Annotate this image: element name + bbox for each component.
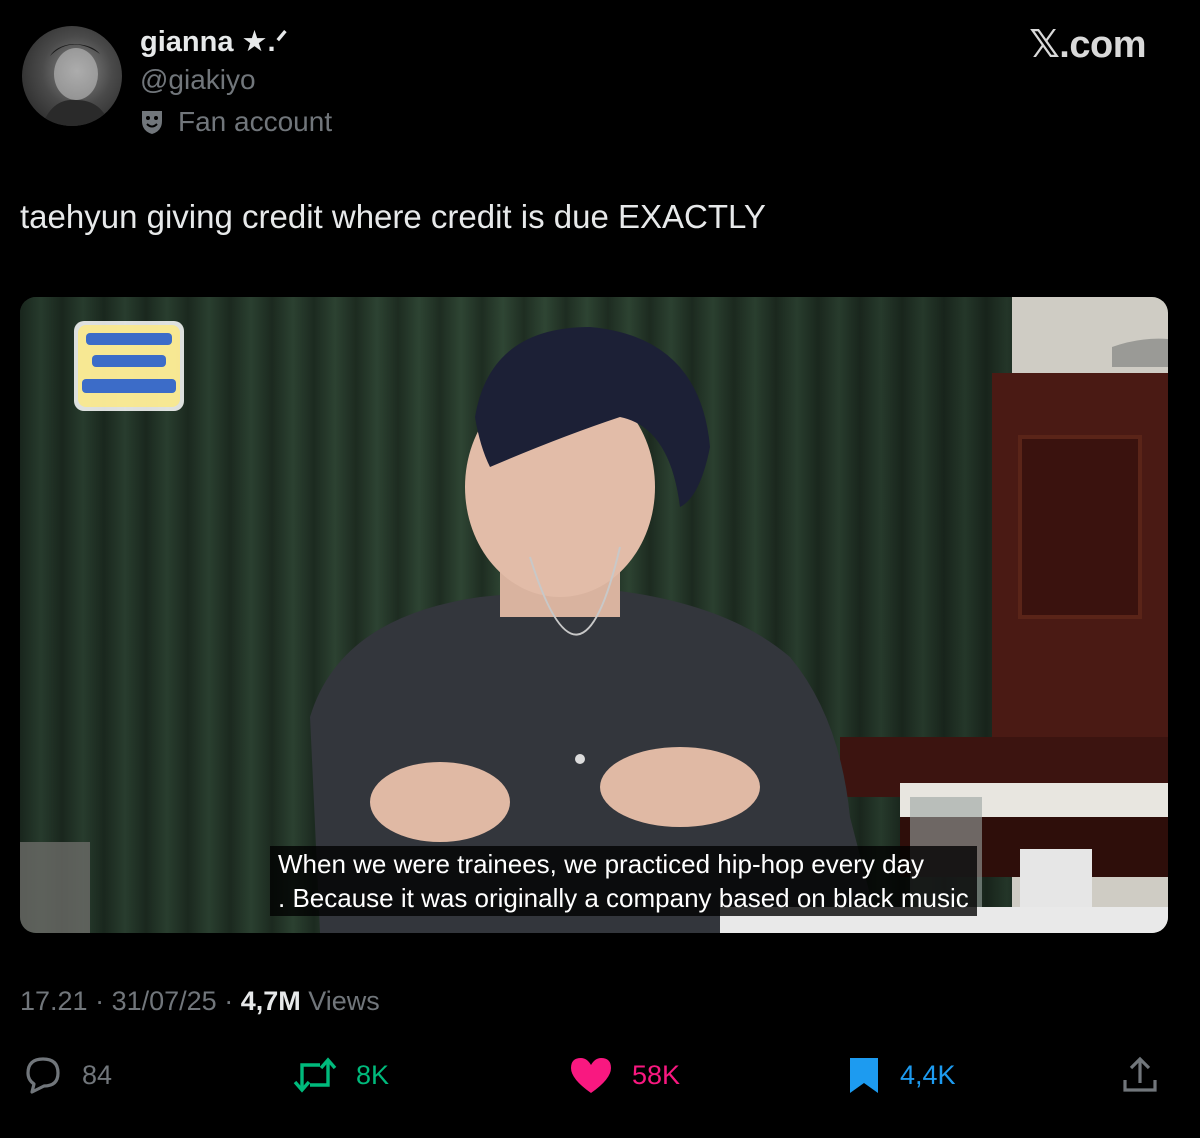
author-handle[interactable]: @giakiyo bbox=[140, 64, 256, 96]
action-bar: 84 8K 58K 4,4K bbox=[0, 1055, 1200, 1107]
fan-account-label: Fan account bbox=[140, 106, 332, 138]
bookmark-icon bbox=[850, 1058, 878, 1093]
video-subtitle: When we were trainees, we practiced hip-… bbox=[270, 846, 977, 916]
avatar[interactable] bbox=[22, 26, 122, 126]
video-still bbox=[20, 297, 1168, 933]
subtitle-line-1: When we were trainees, we practiced hip-… bbox=[278, 849, 924, 879]
views-count: 4,7M bbox=[240, 986, 301, 1016]
retweet-icon bbox=[293, 1057, 337, 1093]
tweet-time[interactable]: 17.21 bbox=[20, 986, 88, 1016]
views-label: Views bbox=[308, 986, 380, 1016]
theater-masks-icon bbox=[142, 111, 162, 134]
like-button[interactable]: 58K bbox=[568, 1055, 680, 1095]
reply-count: 84 bbox=[82, 1059, 113, 1090]
reply-button[interactable]: 84 bbox=[22, 1055, 112, 1095]
heart-icon bbox=[571, 1058, 611, 1093]
tweet-text: taehyun giving credit where credit is du… bbox=[20, 198, 766, 235]
bookmark-button[interactable]: 4,4K bbox=[846, 1055, 956, 1095]
reply-icon bbox=[26, 1057, 60, 1094]
tweet-date[interactable]: 31/07/25 bbox=[112, 986, 217, 1016]
tweet-media-image[interactable] bbox=[20, 297, 1168, 933]
bookmark-count: 4,4K bbox=[900, 1059, 956, 1090]
author-display-name[interactable]: gianna ★.ᐟ bbox=[140, 24, 288, 59]
share-button[interactable] bbox=[1120, 1055, 1160, 1095]
retweet-count: 8K bbox=[356, 1059, 390, 1090]
fan-account-text: Fan account bbox=[178, 106, 333, 137]
retweet-button[interactable]: 8K bbox=[292, 1055, 389, 1095]
x-brand-logo: 𝕏.com bbox=[1029, 24, 1146, 66]
show-logo bbox=[74, 321, 184, 411]
share-icon bbox=[1123, 1056, 1157, 1092]
meta-separator: · bbox=[216, 986, 241, 1016]
avatar-photo bbox=[42, 44, 110, 126]
subtitle-line-2: . Because it was originally a company ba… bbox=[278, 883, 969, 913]
tweet-meta: 17.21 · 31/07/25 · 4,7M Views bbox=[20, 986, 380, 1017]
meta-separator: · bbox=[87, 986, 112, 1016]
like-count: 58K bbox=[632, 1059, 681, 1090]
